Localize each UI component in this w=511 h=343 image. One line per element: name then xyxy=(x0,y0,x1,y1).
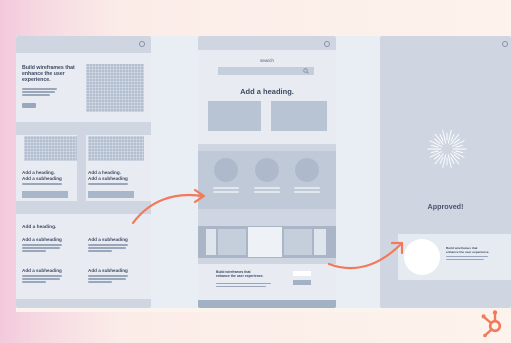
flow-arrow-1-path xyxy=(131,193,204,225)
flow-arrow-1 xyxy=(131,188,404,270)
flow-arrow-2-path xyxy=(327,242,403,270)
hubspot-sprocket-icon xyxy=(481,310,502,338)
